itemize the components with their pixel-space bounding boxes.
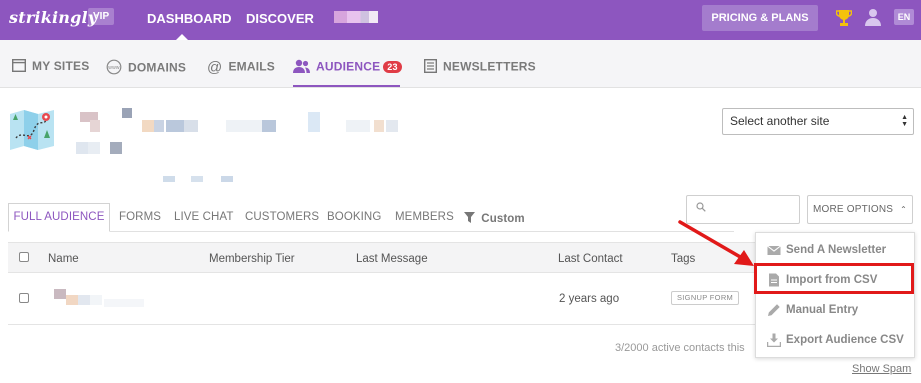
more-options-button[interactable]: MORE OPTIONS ⌃ [807, 195, 913, 224]
annotation-arrow [678, 220, 754, 266]
audience-count-badge: 23 [383, 60, 402, 73]
last-contact-value: 2 years ago [559, 293, 620, 305]
svg-text:www: www [108, 65, 120, 71]
more-options-menu: Send A Newsletter Import from CSV Manual… [755, 232, 915, 358]
menu-item-label: Export Audience CSV [786, 334, 904, 346]
user-icon[interactable] [865, 8, 881, 26]
select-all-checkbox[interactable] [19, 252, 29, 262]
section-nav: MY SITES www DOMAINS @ EMAILS AUDIENCE 23 … [0, 40, 921, 88]
newsletter-icon [423, 58, 438, 76]
menu-item-label: Send A Newsletter [786, 244, 887, 256]
download-icon [767, 333, 781, 347]
chevron-up-icon: ⌃ [900, 205, 908, 214]
redacted-site-detail [163, 172, 243, 182]
tab-full-audience[interactable]: FULL AUDIENCE [8, 203, 110, 232]
site-select-label: Select another site [730, 114, 830, 128]
pencil-icon [768, 304, 780, 316]
tab-newsletters[interactable]: NEWSLETTERS [423, 58, 536, 76]
menu-item-label: Manual Entry [786, 304, 859, 316]
menu-send-newsletter[interactable]: Send A Newsletter [756, 236, 914, 264]
tab-label: DOMAINS [128, 60, 187, 75]
menu-manual-entry[interactable]: Manual Entry [756, 296, 914, 324]
redacted-account-name [334, 11, 378, 23]
tab-members[interactable]: MEMBERS [395, 211, 454, 223]
people-icon [293, 59, 310, 76]
envelope-icon [767, 245, 781, 255]
active-tab-underline [293, 85, 400, 87]
site-select-dropdown[interactable]: Select another site ▲ ▼ [722, 108, 914, 135]
row-checkbox[interactable] [19, 293, 29, 303]
tab-label: EMAILS [228, 59, 275, 74]
annotation-highlight-box [754, 263, 914, 294]
tab-customers[interactable]: CUSTOMERS [245, 211, 319, 223]
top-bar: strikingly VIP DASHBOARD DISCOVER PRICIN… [0, 0, 921, 40]
col-last-contact[interactable]: Last Contact [558, 253, 623, 265]
redacted-contact-name [54, 289, 144, 309]
nav-discover[interactable]: DISCOVER [246, 11, 314, 26]
tab-domains[interactable]: www DOMAINS [106, 59, 186, 78]
filter-icon [464, 212, 481, 225]
tab-emails[interactable]: @ EMAILS [207, 59, 275, 76]
at-sign-icon: @ [207, 59, 223, 76]
browser-window-icon [11, 58, 27, 75]
tab-live-chat[interactable]: LIVE CHAT [174, 211, 233, 223]
custom-label: Custom [481, 213, 525, 225]
select-arrows-icon: ▲ ▼ [901, 114, 908, 128]
tab-booking[interactable]: BOOKING [327, 211, 381, 223]
redacted-site-name [76, 108, 406, 134]
language-switcher[interactable]: EN [894, 9, 914, 25]
tab-label: NEWSLETTERS [443, 59, 536, 74]
search-icon [696, 202, 706, 215]
nav-dashboard[interactable]: DASHBOARD [147, 11, 232, 26]
tab-my-sites[interactable]: MY SITES [11, 58, 90, 75]
menu-export-csv[interactable]: Export Audience CSV [756, 326, 914, 354]
redacted-site-url [76, 142, 126, 154]
tab-audience[interactable]: AUDIENCE 23 [293, 59, 402, 76]
vip-badge: VIP [88, 8, 115, 25]
tab-label: MY SITES [32, 59, 90, 74]
show-spam-link[interactable]: Show Spam [852, 363, 911, 375]
pricing-plans-button[interactable]: PRICING & PLANS [702, 5, 818, 31]
active-contacts-count: 3/2000 active contacts this [615, 342, 745, 354]
tab-divider [110, 231, 734, 232]
tag-badge: SIGNUP FORM [671, 291, 740, 305]
tab-label: AUDIENCE [316, 59, 381, 74]
tab-forms[interactable]: FORMS [119, 211, 161, 223]
col-last-message[interactable]: Last Message [356, 253, 428, 265]
www-globe-icon: www [106, 59, 122, 78]
site-map-icon [10, 110, 54, 150]
trophy-icon[interactable] [836, 9, 852, 27]
tab-custom-filter[interactable]: Custom [464, 212, 525, 225]
col-membership-tier[interactable]: Membership Tier [209, 253, 295, 265]
more-options-label: MORE OPTIONS [812, 204, 894, 215]
col-name[interactable]: Name [48, 253, 79, 265]
strikingly-logo[interactable]: strikingly [9, 8, 97, 27]
